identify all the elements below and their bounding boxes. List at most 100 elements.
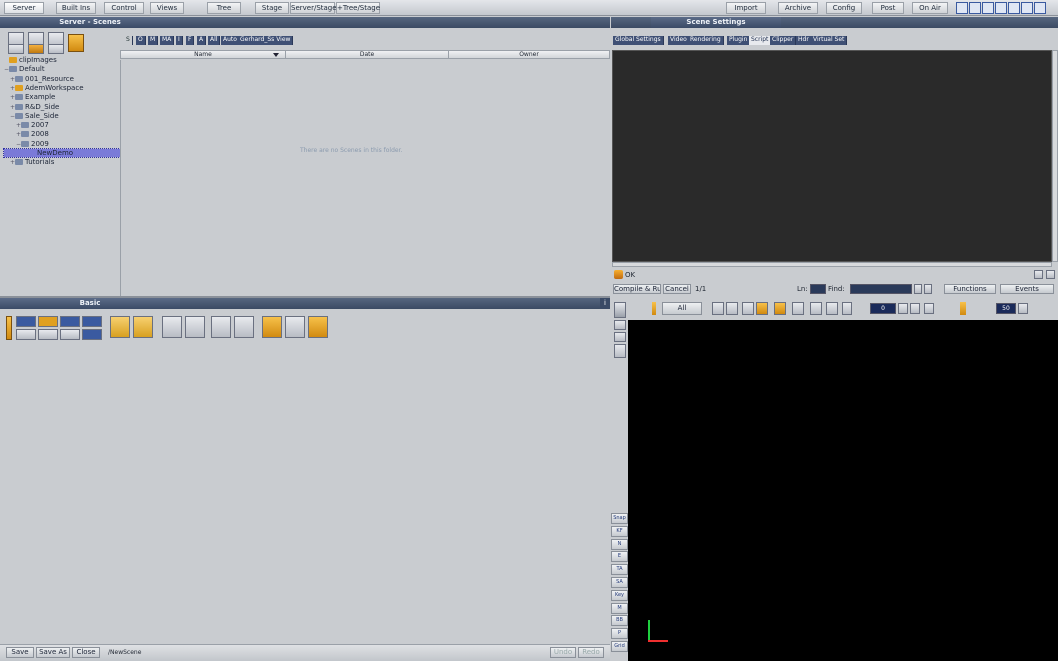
control-button[interactable]: Control xyxy=(104,2,144,14)
basic-refresh-icon[interactable] xyxy=(308,316,328,338)
find-next-icon[interactable] xyxy=(914,284,922,294)
scene-list-area[interactable] xyxy=(120,60,610,296)
frame-minus-icon[interactable] xyxy=(842,302,852,315)
go-end-icon[interactable] xyxy=(810,302,822,315)
line-input[interactable] xyxy=(810,284,826,294)
fps-input[interactable]: 50 xyxy=(996,303,1016,314)
views-button[interactable]: Views xyxy=(150,2,184,14)
thumbnail-view-icon[interactable] xyxy=(48,44,64,54)
on-air-button[interactable]: On Air xyxy=(912,2,948,14)
side-button-ta[interactable]: TA xyxy=(611,564,628,576)
tab-global-settings[interactable]: Global Settings xyxy=(613,36,664,45)
play-reverse-icon[interactable] xyxy=(756,302,768,315)
layout-5-icon[interactable] xyxy=(1008,2,1020,14)
basic-content-area[interactable] xyxy=(0,344,610,642)
add-icon[interactable] xyxy=(60,316,80,327)
tree-item[interactable]: +2007 xyxy=(16,121,49,130)
script-hscrollbar[interactable] xyxy=(612,262,1052,267)
fps-spinner-icon[interactable] xyxy=(1018,303,1028,314)
tab-plugin[interactable]: Plugin xyxy=(727,36,751,45)
go-start-icon[interactable] xyxy=(712,302,724,315)
zoom-in-icon[interactable] xyxy=(110,316,130,338)
tab-script[interactable]: Script xyxy=(749,36,772,45)
stop-icon[interactable] xyxy=(774,302,786,315)
image-icon[interactable] xyxy=(262,316,282,338)
frame-plus-icon[interactable] xyxy=(910,303,920,314)
server-stage-button[interactable]: Server/Stage xyxy=(290,2,337,14)
script-extra-icon[interactable] xyxy=(1046,270,1055,279)
filter-s[interactable]: S xyxy=(124,36,133,45)
expand-tree-icon[interactable] xyxy=(162,316,182,338)
all-button[interactable]: All xyxy=(662,302,702,315)
close-button[interactable]: Close xyxy=(72,647,100,658)
tree-item[interactable]: + Example xyxy=(10,93,55,102)
side-button-key[interactable]: Key xyxy=(611,589,628,601)
refresh-icon[interactable] xyxy=(68,34,84,52)
import-button[interactable]: Import xyxy=(726,2,766,14)
sort-arrow-icon[interactable] xyxy=(273,53,279,57)
tree-item[interactable]: clipImages xyxy=(4,56,57,64)
tree-button[interactable]: Tree xyxy=(207,2,241,14)
stage-side-2-icon[interactable] xyxy=(614,332,626,342)
tree-item[interactable]: − Default xyxy=(4,65,45,74)
stage-side-3-icon[interactable] xyxy=(614,344,626,358)
remove-icon[interactable] xyxy=(60,329,80,340)
container-icon[interactable] xyxy=(16,316,36,327)
compile-run-button[interactable]: Compile & Run xyxy=(613,284,661,294)
tree-item[interactable]: −2009 xyxy=(16,140,49,149)
filter-f[interactable]: F xyxy=(186,36,195,45)
column-name[interactable]: Name xyxy=(121,51,286,59)
side-button-bb[interactable]: BB xyxy=(611,615,628,627)
server-button[interactable]: Server xyxy=(4,2,44,14)
play-icon[interactable] xyxy=(742,302,754,315)
find-input[interactable] xyxy=(850,284,912,294)
functions-button[interactable]: Functions xyxy=(944,284,996,294)
stage-handle-icon[interactable] xyxy=(652,302,656,315)
continue-icon[interactable] xyxy=(792,302,804,315)
filter-o[interactable]: O xyxy=(136,36,146,45)
split-icon[interactable] xyxy=(82,329,102,340)
zoom-out-icon[interactable] xyxy=(133,316,153,338)
layout-1-icon[interactable] xyxy=(956,2,968,14)
redo-button[interactable]: Redo xyxy=(578,647,604,658)
list-left-icon[interactable] xyxy=(211,316,231,338)
save-button[interactable]: Save xyxy=(6,647,34,658)
layout-7-icon[interactable] xyxy=(1034,2,1046,14)
delete-folder-icon[interactable] xyxy=(8,44,24,54)
side-button-e[interactable]: E xyxy=(611,551,628,563)
tree-item[interactable]: NewDemo xyxy=(3,148,121,158)
stage-button[interactable]: Stage xyxy=(255,2,289,14)
filter-custom-view[interactable]: Gerhard_Ss View xyxy=(238,36,294,45)
tab-clipper[interactable]: Clipper xyxy=(770,36,797,45)
script-editor-scrollbar[interactable] xyxy=(1052,50,1058,262)
side-button-m[interactable]: M xyxy=(611,602,628,614)
layout-4-icon[interactable] xyxy=(995,2,1007,14)
layout-2-icon[interactable] xyxy=(969,2,981,14)
script-editor[interactable] xyxy=(612,50,1052,262)
tree-item[interactable]: − Sale_Side xyxy=(10,112,59,121)
side-button-n[interactable]: N xyxy=(611,538,628,550)
script-help-icon[interactable] xyxy=(1034,270,1043,279)
tree-item[interactable]: + Tutorials xyxy=(10,158,54,167)
layout-6-icon[interactable] xyxy=(1021,2,1033,14)
post-button[interactable]: Post xyxy=(872,2,904,14)
list-right-icon[interactable] xyxy=(234,316,254,338)
stage-side-1-icon[interactable] xyxy=(614,320,626,330)
side-button-sa[interactable]: SA xyxy=(611,577,628,588)
tree-stage-button[interactable]: +Tree/Stage xyxy=(336,2,380,14)
filter-all[interactable]: All xyxy=(208,36,221,45)
step-back-icon[interactable] xyxy=(726,302,738,315)
layers-icon[interactable] xyxy=(285,316,305,338)
slider-handle-icon[interactable] xyxy=(6,316,12,340)
column-date[interactable]: Date xyxy=(286,51,449,59)
column-owner[interactable]: Owner xyxy=(449,51,609,59)
link-icon[interactable] xyxy=(38,329,58,340)
tab-hdr[interactable]: Hdr xyxy=(796,36,812,45)
filter-i[interactable]: I xyxy=(176,36,183,45)
move-down-icon[interactable] xyxy=(16,329,36,340)
tab-video[interactable]: Video xyxy=(668,36,690,45)
frame-spinner-icon[interactable] xyxy=(898,303,908,314)
tree-item[interactable]: +001_Resource xyxy=(10,75,74,84)
find-prev-icon[interactable] xyxy=(924,284,932,294)
collapse-tree-icon[interactable] xyxy=(185,316,205,338)
